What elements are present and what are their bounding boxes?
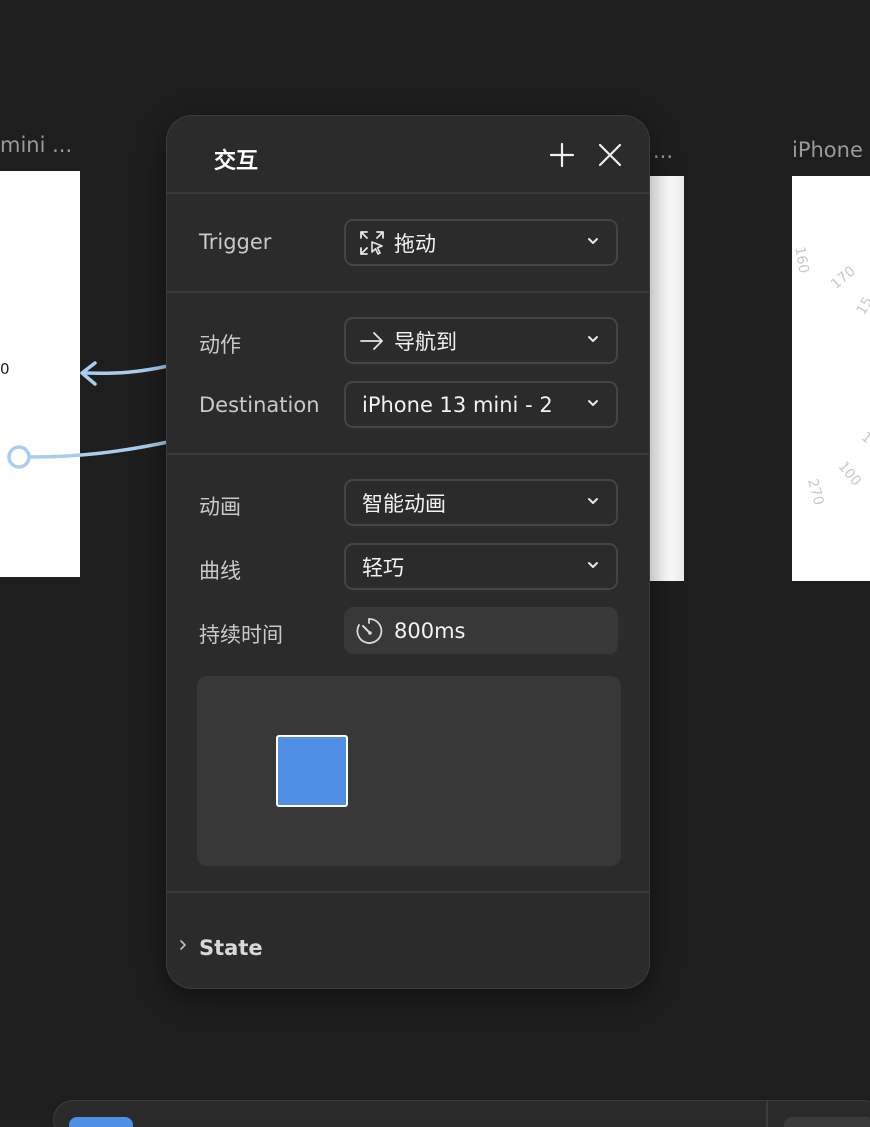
action-label: 动作 [199, 333, 241, 357]
action-section: 动作 导航到 Destination iPhone 13 mini - 2 [167, 293, 649, 455]
bottom-toolbar [53, 1100, 870, 1127]
duration-label: 持续时间 [199, 623, 283, 647]
action-select[interactable]: 导航到 [344, 317, 618, 364]
panel-title: 交互 [214, 149, 259, 174]
animation-select[interactable]: 智能动画 [344, 479, 618, 526]
arrow-right-icon [358, 329, 386, 353]
animation-section: 动画 智能动画 曲线 轻巧 持续时间 800ms [167, 455, 649, 893]
animation-label: 动画 [199, 495, 241, 519]
chevron-down-icon [588, 498, 598, 504]
animation-value: 智能动画 [362, 491, 446, 516]
action-value: 导航到 [394, 329, 457, 354]
animation-preview [197, 676, 621, 866]
trigger-label: Trigger [199, 230, 272, 254]
toolbar-divider [766, 1101, 768, 1127]
curve-value: 轻巧 [362, 555, 404, 580]
trigger-value: 拖动 [394, 231, 436, 256]
duration-input[interactable]: 800ms [344, 607, 618, 654]
plus-icon [549, 142, 575, 168]
close-icon [598, 143, 622, 167]
chevron-down-icon [588, 238, 598, 244]
duration-value: 800ms [394, 618, 466, 643]
trigger-select[interactable]: 拖动 [344, 219, 618, 266]
chevron-down-icon [588, 400, 598, 406]
chevron-right-icon [180, 940, 186, 950]
chevron-down-icon [588, 336, 598, 342]
timer-icon [356, 617, 383, 644]
add-interaction-button[interactable] [546, 139, 578, 171]
panel-header: 交互 [167, 116, 649, 194]
curve-label: 曲线 [199, 559, 241, 583]
chevron-down-icon [588, 562, 598, 568]
trigger-section: Trigger 拖动 [167, 194, 649, 293]
curve-select[interactable]: 轻巧 [344, 543, 618, 590]
state-label: State [199, 936, 263, 960]
toolbar-button[interactable] [784, 1117, 870, 1127]
destination-select[interactable]: iPhone 13 mini - 2 [344, 381, 618, 428]
close-button[interactable] [594, 139, 626, 171]
drag-gesture-icon [358, 229, 386, 257]
toolbar-primary-button[interactable] [69, 1117, 133, 1127]
destination-label: Destination [199, 393, 320, 417]
preview-square [276, 735, 348, 807]
interaction-panel: 交互 Trigger 拖动 动作 导航到 Destination iPhone … [166, 115, 650, 989]
destination-value: iPhone 13 mini - 2 [362, 392, 553, 417]
state-toggle[interactable]: State [167, 926, 649, 970]
